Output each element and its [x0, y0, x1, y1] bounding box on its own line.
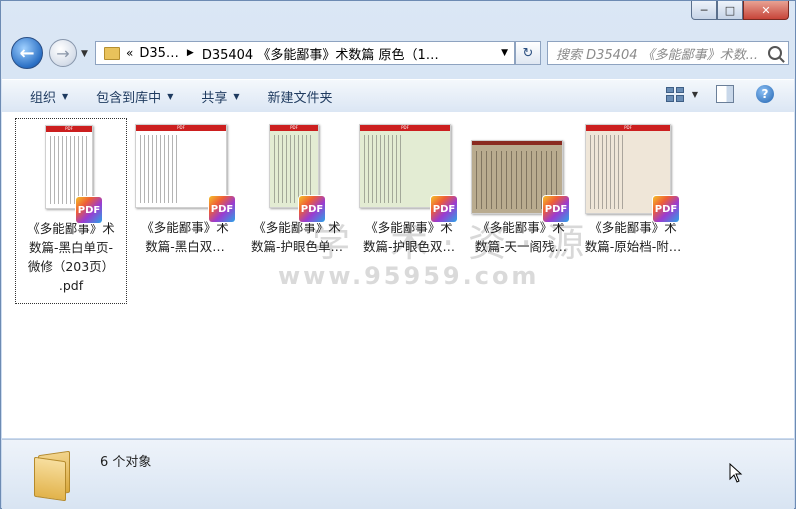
address-bar[interactable]: « D35… ▶ D35404 《多能鄙事》术数篇 原色（1… ▼ — [95, 41, 515, 65]
thumb-banner: PDF — [586, 125, 670, 131]
recent-pages-dropdown[interactable]: ▼ — [81, 49, 88, 59]
new-folder-label: 新建文件夹 — [267, 90, 333, 106]
file-thumbnail: PDF PDF — [577, 118, 689, 222]
chevron-down-icon: ▼ — [62, 91, 69, 101]
chevron-down-icon: ▼ — [167, 91, 174, 101]
mouse-cursor-icon — [729, 463, 743, 483]
share-label: 共享 — [201, 90, 228, 106]
close-button[interactable]: ✕ — [743, 1, 789, 20]
watermark-url: www.95959.com — [278, 262, 540, 290]
file-name-label: 《多能鄙事》术 数篇-黑白双… — [141, 220, 229, 254]
pdf-badge-icon: PDF — [209, 196, 235, 222]
pdf-badge-icon: PDF — [653, 196, 679, 222]
file-item[interactable]: PDF PDF 《多能鄙事》术 数篇-原始档-附… — [577, 118, 689, 256]
file-thumbnail: PDF PDF — [241, 118, 353, 222]
change-view-icon[interactable] — [665, 86, 684, 102]
file-item[interactable]: PDF PDF 《多能鄙事》术 数篇-护眼色单… — [241, 118, 353, 256]
forward-arrow-icon: → — [56, 43, 70, 63]
share-menu[interactable]: 共享 ▼ — [201, 87, 239, 106]
item-count: 6 个对象 — [100, 455, 152, 470]
folder-icon — [34, 445, 72, 502]
thumb-banner: PDF — [360, 125, 450, 131]
explorer-window: ─ □ ✕ ← → ▼ « D35… ▶ D35404 《多能鄙事》术数篇 原色… — [0, 0, 796, 509]
thumb-banner: PDF — [46, 126, 92, 132]
details-pane: 6 个对象 — [2, 439, 794, 509]
file-name-label: 《多能鄙事》术 数篇-护眼色双… — [362, 220, 455, 254]
breadcrumb-current[interactable]: D35404 《多能鄙事》术数篇 原色（1… — [202, 44, 439, 63]
file-name-label: 《多能鄙事》术 数篇-天一阁残… — [474, 220, 567, 254]
file-item[interactable]: PDF PDF 《多能鄙事》术 数篇-黑白双… — [129, 118, 241, 256]
file-name-label: 《多能鄙事》术 数篇-黑白单页- 微修（203页） .pdf — [27, 221, 115, 293]
file-thumbnail: PDF PDF — [353, 118, 465, 222]
help-icon[interactable]: ? — [756, 85, 774, 103]
breadcrumb-parent[interactable]: D35… — [139, 46, 179, 61]
maximize-button[interactable]: □ — [717, 1, 743, 20]
refresh-icon: ↻ — [522, 45, 534, 61]
thumb-banner: PDF — [136, 125, 226, 131]
file-item[interactable]: PDF 《多能鄙事》术 数篇-天一阁残… — [465, 118, 577, 256]
pdf-badge-icon: PDF — [431, 196, 457, 222]
thumb-banner: PDF — [270, 125, 318, 131]
command-bar: 组织 ▼ 包含到库中 ▼ 共享 ▼ 新建文件夹 ▼ ? — [2, 79, 794, 113]
thumb-banner — [472, 141, 562, 145]
chevron-down-icon: ▼ — [233, 91, 240, 101]
file-item[interactable]: PDF PDF 《多能鄙事》术 数篇-护眼色双… — [353, 118, 465, 256]
pdf-badge-icon: PDF — [543, 196, 569, 222]
file-list[interactable]: 学·术·资·源 www.95959.com PDF PDF 《多能鄙事》术 数篇… — [2, 112, 794, 438]
search-input[interactable]: 搜索 D35404 《多能鄙事》术数... — [547, 41, 789, 65]
search-icon[interactable] — [768, 46, 782, 60]
address-overflow[interactable]: « — [126, 46, 133, 60]
minimize-button[interactable]: ─ — [691, 1, 717, 20]
caption-buttons: ─ □ ✕ — [691, 1, 789, 20]
back-arrow-icon: ← — [19, 42, 35, 64]
file-item[interactable]: PDF PDF 《多能鄙事》术 数篇-黑白单页- 微修（203页） .pdf — [15, 118, 127, 304]
pdf-badge-icon: PDF — [76, 197, 102, 223]
view-options-dropdown-icon[interactable]: ▼ — [692, 90, 698, 99]
include-in-library-label: 包含到库中 — [96, 90, 162, 106]
include-in-library-menu[interactable]: 包含到库中 ▼ — [96, 87, 173, 106]
file-thumbnail: PDF PDF — [16, 119, 126, 223]
back-button[interactable]: ← — [11, 37, 43, 69]
refresh-button[interactable]: ↻ — [515, 41, 541, 65]
file-thumbnail: PDF — [465, 118, 577, 222]
navigation-bar: ← → ▼ « D35… ▶ D35404 《多能鄙事》术数篇 原色（1… ▼ … — [9, 37, 789, 71]
forward-button[interactable]: → — [49, 39, 77, 67]
pdf-badge-icon: PDF — [299, 196, 325, 222]
new-folder-button[interactable]: 新建文件夹 — [268, 87, 333, 106]
breadcrumb-separator-icon[interactable]: ▶ — [187, 48, 194, 58]
file-name-label: 《多能鄙事》术 数篇-原始档-附… — [584, 220, 682, 254]
toolbar-right: ▼ ? — [665, 85, 774, 103]
file-name-label: 《多能鄙事》术 数篇-护眼色单… — [250, 220, 343, 254]
preview-pane-icon[interactable] — [716, 85, 734, 103]
address-dropdown-icon[interactable]: ▼ — [501, 48, 508, 58]
organize-menu[interactable]: 组织 ▼ — [30, 87, 68, 106]
organize-label: 组织 — [30, 90, 57, 106]
folder-icon — [104, 46, 120, 60]
file-thumbnail: PDF PDF — [129, 118, 241, 222]
search-placeholder: 搜索 D35404 《多能鄙事》术数... — [556, 47, 759, 63]
